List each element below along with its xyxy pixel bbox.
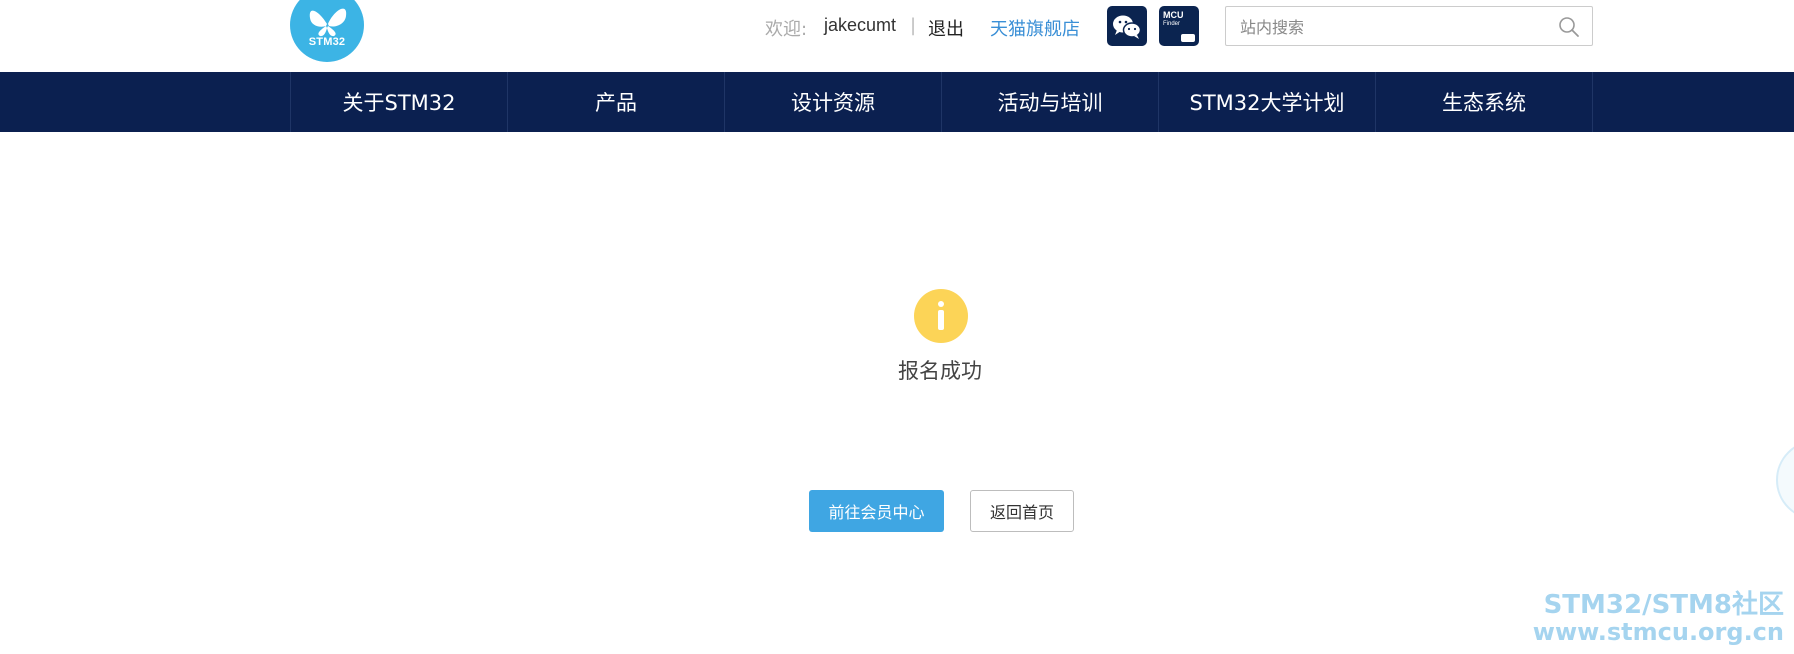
- butterfly-icon: [309, 8, 347, 37]
- wechat-button[interactable]: [1107, 6, 1147, 46]
- nav-item-design-resources[interactable]: 设计资源: [725, 72, 942, 132]
- site-header: STM32 欢迎: jakecumt | 退出 天猫旗舰店 MCU Finder: [0, 0, 1794, 72]
- member-center-button[interactable]: 前往会员中心: [809, 490, 944, 532]
- mcu-finder-button[interactable]: MCU Finder: [1159, 6, 1199, 46]
- mcu-finder-subtitle: Finder: [1163, 21, 1181, 27]
- watermark-line1: STM32/STM8社区: [1543, 590, 1784, 620]
- tmall-store-link[interactable]: 天猫旗舰店: [990, 15, 1080, 41]
- info-icon-bar: [938, 310, 944, 330]
- nav-item-about-stm32[interactable]: 关于STM32: [291, 72, 508, 132]
- info-icon-dot: [938, 301, 944, 307]
- search-icon[interactable]: [1558, 16, 1580, 38]
- watermark: STM32/STM8社区 www.stmcu.org.cn: [1533, 592, 1784, 644]
- site-search: [1225, 6, 1593, 46]
- nav-item-ecosystem[interactable]: 生态系统: [1376, 72, 1593, 132]
- wechat-icon: [1113, 15, 1142, 39]
- logout-link[interactable]: 退出: [928, 15, 964, 41]
- search-input[interactable]: [1240, 15, 1550, 39]
- floating-widget[interactable]: [1776, 440, 1794, 520]
- username-link[interactable]: jakecumt: [824, 15, 896, 36]
- welcome-label: 欢迎:: [765, 19, 808, 40]
- st-logo-icon: [1181, 34, 1195, 42]
- back-home-button[interactable]: 返回首页: [970, 490, 1074, 532]
- nav-items: 关于STM32 产品 设计资源 活动与培训 STM32大学计划 生态系统: [290, 72, 1593, 132]
- stm32-logo[interactable]: STM32: [290, 0, 364, 62]
- info-icon: [914, 289, 968, 343]
- nav-item-university-program[interactable]: STM32大学计划: [1159, 72, 1376, 132]
- nav-item-events-training[interactable]: 活动与培训: [942, 72, 1159, 132]
- logo-text: STM32: [308, 36, 346, 48]
- header-separator: |: [910, 15, 917, 36]
- main-nav: 关于STM32 产品 设计资源 活动与培训 STM32大学计划 生态系统: [0, 72, 1794, 132]
- success-message: 报名成功: [898, 359, 982, 383]
- nav-item-products[interactable]: 产品: [508, 72, 725, 132]
- mcu-finder-title: MCU: [1163, 10, 1184, 20]
- watermark-line2: www.stmcu.org.cn: [1532, 618, 1784, 646]
